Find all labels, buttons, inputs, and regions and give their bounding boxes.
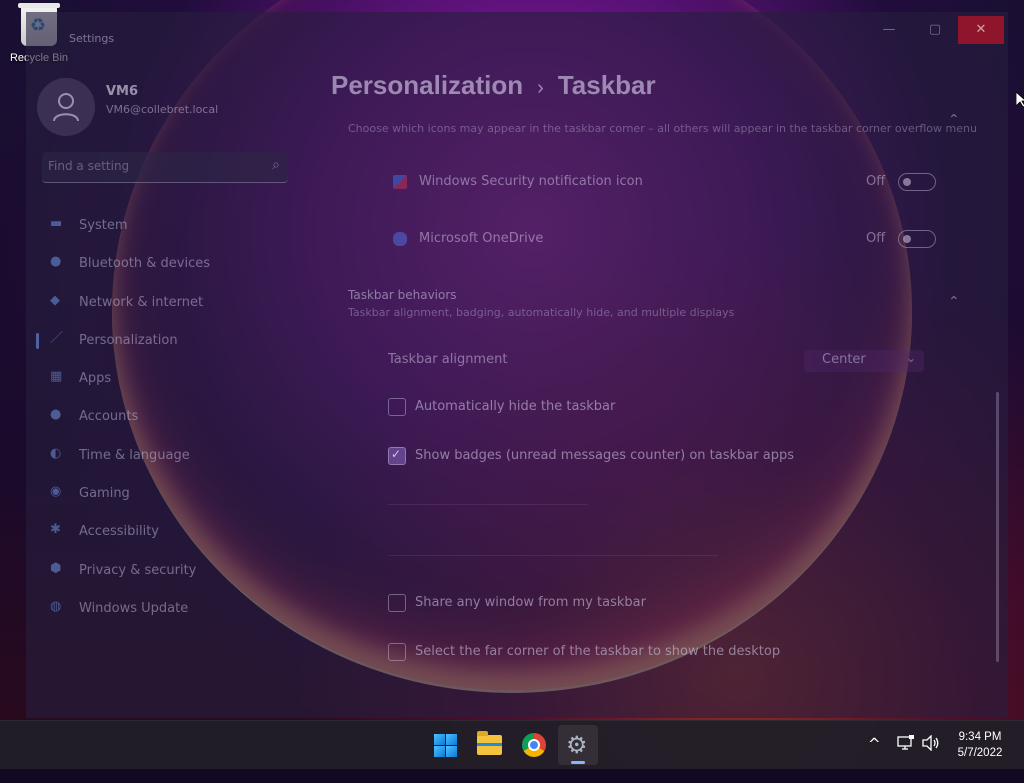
sidebar-item-network[interactable]: ◆ Network & internet — [36, 283, 292, 321]
monitor-icon: ▬ — [50, 216, 63, 231]
monitor-network-icon — [897, 735, 914, 750]
network-icon[interactable] — [897, 735, 915, 783]
brush-icon: ／ — [50, 330, 64, 346]
onedrive-state: Off — [866, 231, 886, 246]
page-title: Personalization › Taskbar — [331, 70, 656, 101]
onedrive-toggle[interactable] — [898, 230, 936, 248]
windows-security-toggle[interactable] — [898, 173, 936, 191]
far-corner-label: Select the far corner of the taskbar to … — [415, 644, 781, 659]
title-bar[interactable]: Settings — ▢ ✕ — [26, 12, 1008, 48]
settings-taskbar-button[interactable]: ⚙ — [558, 725, 598, 765]
active-indicator — [36, 332, 39, 349]
windows-security-state: Off — [866, 174, 886, 189]
sidebar-item-windows-update[interactable]: ◍ Windows Update — [36, 589, 292, 627]
share-window-label: Share any window from my taskbar — [415, 595, 646, 610]
sidebar-item-label: Time & language — [79, 447, 190, 463]
shield-icon: ⬢ — [50, 560, 62, 576]
clock-date: 5/7/2022 — [957, 747, 1003, 759]
controller-icon: ◉ — [50, 484, 62, 500]
windows-security-label: Windows Security notification icon — [419, 174, 643, 189]
search-input[interactable]: Find a setting ⌕ — [42, 152, 288, 183]
breadcrumb-separator: › — [537, 77, 544, 99]
sidebar-item-bluetooth[interactable]: ● Bluetooth & devices — [36, 244, 292, 282]
avatar[interactable] — [37, 78, 95, 136]
sidebar-item-accessibility[interactable]: ✱ Accessibility — [36, 512, 292, 550]
taskbar-alignment-value: Center — [822, 352, 866, 367]
corner-overflow-description: Choose which icons may appear in the tas… — [348, 122, 977, 135]
sidebar-item-label: Accounts — [79, 409, 139, 425]
sidebar-item-privacy[interactable]: ⬢ Privacy & security — [36, 551, 292, 589]
active-app-indicator — [571, 761, 585, 764]
settings-window: Settings — ▢ ✕ VM6 VM6@collebret.local F… — [26, 12, 1008, 718]
sidebar-item-personalization[interactable]: ／ Personalization — [36, 321, 292, 359]
cursor-arrow-icon — [1016, 92, 1024, 108]
sidebar-item-apps[interactable]: ▦ Apps — [36, 359, 292, 397]
start-button[interactable] — [426, 725, 466, 765]
maximize-button[interactable]: ▢ — [912, 16, 958, 44]
search-placeholder: Find a setting — [48, 159, 130, 173]
sidebar-item-label: Bluetooth & devices — [79, 256, 210, 272]
onedrive-label: Microsoft OneDrive — [419, 231, 544, 246]
content-scrollbar[interactable] — [996, 392, 999, 662]
sidebar-item-system[interactable]: ▬ System — [36, 206, 292, 244]
sidebar-item-label: Apps — [79, 371, 112, 387]
onedrive-icon — [393, 232, 407, 246]
volume-icon[interactable] — [922, 734, 940, 783]
sidebar-item-label: Windows Update — [79, 600, 189, 616]
close-button[interactable]: ✕ — [958, 16, 1004, 44]
sidebar-item-gaming[interactable]: ◉ Gaming — [36, 474, 292, 512]
sidebar-item-label: Gaming — [79, 486, 130, 502]
taskbar-alignment-dropdown[interactable]: Center ⌄ — [804, 350, 924, 372]
sidebar-nav: ▬ System ● Bluetooth & devices ◆ Network… — [36, 206, 292, 627]
taskbar-behaviors-subtitle: Taskbar alignment, badging, automaticall… — [348, 306, 735, 319]
chevron-up-icon[interactable]: ⌃ — [948, 112, 960, 128]
sidebar-item-label: System — [79, 218, 128, 233]
show-badges-checkbox[interactable] — [388, 447, 406, 465]
chevron-up-icon[interactable]: ⌃ — [948, 294, 960, 310]
far-corner-checkbox[interactable] — [388, 643, 406, 661]
search-icon: ⌕ — [272, 157, 280, 173]
file-explorer-button[interactable] — [470, 725, 510, 765]
user-name: VM6 — [106, 84, 139, 99]
bluetooth-icon: ● — [50, 254, 62, 270]
chevron-down-icon: ⌄ — [905, 351, 916, 365]
windows-logo-icon — [434, 734, 457, 757]
tray-overflow-chevron[interactable]: ^ — [868, 735, 881, 783]
update-icon: ◍ — [50, 598, 62, 614]
apps-icon: ▦ — [50, 369, 63, 385]
clock-time: 9:34 PM — [958, 731, 1002, 743]
chrome-icon — [522, 733, 546, 757]
obscured-row — [388, 504, 588, 505]
accessibility-icon: ✱ — [50, 522, 61, 538]
sidebar-item-label: Personalization — [79, 332, 178, 348]
minimize-button[interactable]: — — [866, 16, 912, 44]
show-badges-label: Show badges (unread messages counter) on… — [415, 448, 794, 463]
wifi-icon: ◆ — [50, 292, 60, 308]
chrome-button[interactable] — [514, 725, 554, 765]
sidebar-item-time-language[interactable]: ◐ Time & language — [36, 436, 292, 474]
person-icon — [53, 93, 79, 122]
folder-icon — [477, 731, 502, 755]
breadcrumb-parent[interactable]: Personalization — [331, 70, 523, 100]
obscured-row — [388, 555, 718, 556]
speaker-icon — [922, 734, 939, 752]
share-window-checkbox[interactable] — [388, 594, 406, 612]
clock[interactable]: 9:34 PM 5/7/2022 — [940, 729, 1020, 761]
taskbar-alignment-label: Taskbar alignment — [388, 352, 508, 367]
gear-icon: ⚙ — [566, 731, 588, 759]
globe-clock-icon: ◐ — [50, 445, 62, 461]
person-icon: ● — [50, 407, 62, 423]
sidebar-item-label: Privacy & security — [79, 562, 197, 578]
taskbar: ⚙ ^ 9:34 PM 5/7/2022 — [0, 720, 1024, 769]
auto-hide-label: Automatically hide the taskbar — [415, 399, 616, 414]
window-title: Settings — [69, 32, 115, 45]
windows-security-icon — [393, 175, 407, 189]
auto-hide-checkbox[interactable] — [388, 398, 406, 416]
user-email: VM6@collebret.local — [106, 103, 219, 116]
sidebar-item-label: Network & internet — [79, 294, 204, 310]
sidebar-item-label: Accessibility — [79, 524, 159, 540]
breadcrumb-current: Taskbar — [557, 70, 656, 100]
taskbar-behaviors-title[interactable]: Taskbar behaviors — [348, 288, 457, 302]
sidebar-item-accounts[interactable]: ● Accounts — [36, 397, 292, 435]
